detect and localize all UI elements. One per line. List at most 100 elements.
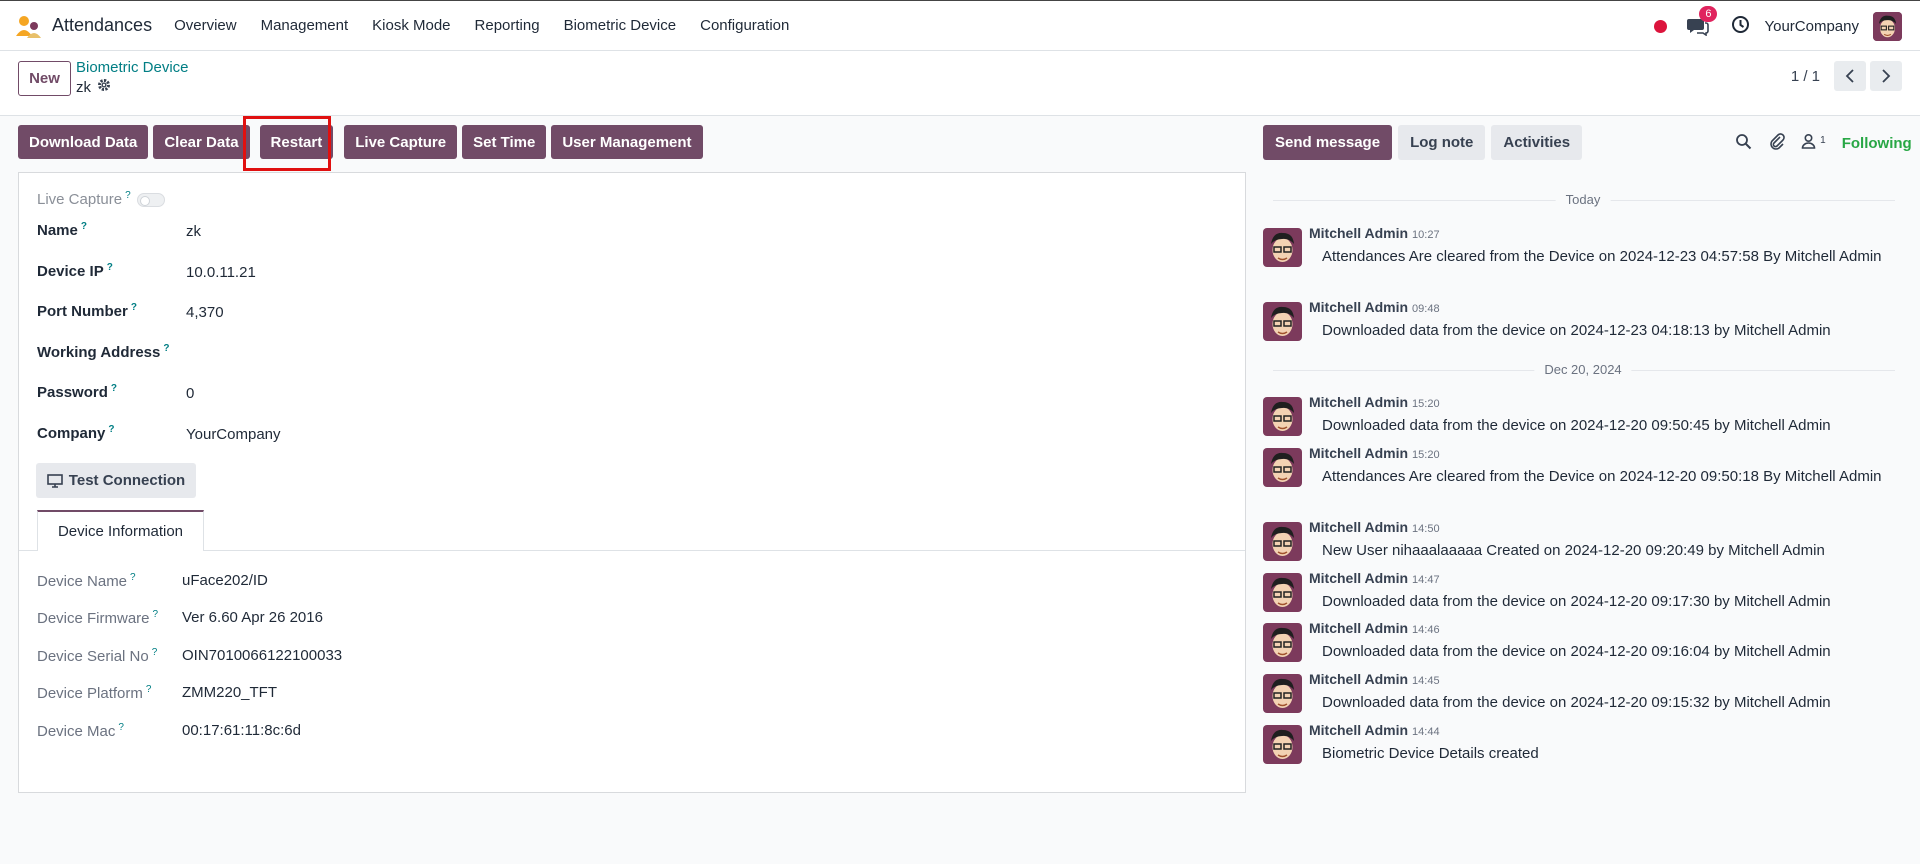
company-value[interactable]: YourCompany xyxy=(186,426,281,443)
message-time: 10:27 xyxy=(1412,229,1440,241)
main-menu: Overview Management Kiosk Mode Reporting… xyxy=(174,17,813,34)
notification-badge: 6 xyxy=(1699,6,1718,22)
name-label: Name? xyxy=(37,221,87,239)
message-author[interactable]: Mitchell Admin 14:50 xyxy=(1309,519,1440,535)
menu-kiosk-mode[interactable]: Kiosk Mode xyxy=(372,17,450,34)
message-time: 14:50 xyxy=(1412,523,1440,535)
menu-configuration[interactable]: Configuration xyxy=(700,17,789,34)
navbar-systray: 6 YourCompany xyxy=(1654,1,1920,51)
device-platform-label: Device Platform? xyxy=(37,684,152,702)
message-author[interactable]: Mitchell Admin 14:46 xyxy=(1309,620,1440,636)
author-avatar[interactable] xyxy=(1263,725,1302,764)
message-author[interactable]: Mitchell Admin 09:48 xyxy=(1309,299,1440,315)
message-body: Attendances Are cleared from the Device … xyxy=(1322,248,1882,265)
send-message-button[interactable]: Send message xyxy=(1263,125,1393,160)
password-value[interactable]: 0 xyxy=(186,385,194,402)
gear-icon[interactable] xyxy=(97,78,111,96)
chevron-right-icon xyxy=(1882,69,1891,83)
download-data-button[interactable]: Download Data xyxy=(18,125,149,159)
device-mac-label: Device Mac? xyxy=(37,722,124,740)
message-body: Downloaded data from the device on 2024-… xyxy=(1322,417,1831,434)
author-avatar[interactable] xyxy=(1263,302,1302,341)
device-mac-value[interactable]: 00:17:61:11:8c:6d xyxy=(182,722,301,739)
author-avatar[interactable] xyxy=(1263,522,1302,561)
live-capture-toggle[interactable] xyxy=(137,193,165,207)
status-dot-icon[interactable] xyxy=(1654,19,1668,33)
message-author[interactable]: Mitchell Admin 14:44 xyxy=(1309,722,1440,738)
followers-button[interactable]: 1 xyxy=(1801,133,1826,153)
pager-next-button[interactable] xyxy=(1870,61,1902,91)
author-avatar[interactable] xyxy=(1263,397,1302,436)
port-number-label: Port Number? xyxy=(37,302,137,320)
pager-value[interactable]: 1 / 1 xyxy=(1791,68,1820,85)
activities-button[interactable]: Activities xyxy=(1491,125,1583,160)
tab-device-information[interactable]: Device Information xyxy=(37,510,204,551)
chatter-tools: 1 Following xyxy=(1735,131,1912,155)
attendances-app-icon[interactable] xyxy=(14,12,42,40)
restart-highlight-box xyxy=(243,116,331,171)
message-author[interactable]: Mitchell Admin 15:20 xyxy=(1309,445,1440,461)
company-switcher[interactable]: YourCompany xyxy=(1764,18,1859,35)
author-avatar[interactable] xyxy=(1263,674,1302,713)
follower-count: 1 xyxy=(1820,135,1826,146)
breadcrumb-current: zk xyxy=(76,78,111,96)
menu-biometric-device[interactable]: Biometric Device xyxy=(564,17,677,34)
following-button[interactable]: Following xyxy=(1842,135,1912,152)
device-platform-value[interactable]: ZMM220_TFT xyxy=(182,684,277,701)
menu-overview[interactable]: Overview xyxy=(174,17,237,34)
breadcrumb-biometric-device[interactable]: Biometric Device xyxy=(76,59,189,76)
message-author[interactable]: Mitchell Admin 15:20 xyxy=(1309,394,1440,410)
new-button[interactable]: New xyxy=(18,61,71,96)
set-time-button[interactable]: Set Time xyxy=(462,125,547,159)
device-name-value[interactable]: uFace202/ID xyxy=(182,572,268,589)
working-address-label: Working Address? xyxy=(37,343,170,361)
date-separator-label: Dec 20, 2024 xyxy=(1534,362,1632,377)
message-body: Biometric Device Details created xyxy=(1322,745,1539,762)
author-avatar[interactable] xyxy=(1263,623,1302,662)
chevron-left-icon xyxy=(1845,69,1854,83)
user-icon xyxy=(1801,133,1816,149)
device-name-label: Device Name? xyxy=(37,572,136,590)
device-serial-value[interactable]: OIN7010066122100033 xyxy=(182,647,342,664)
message-time: 14:45 xyxy=(1412,675,1440,687)
port-number-value[interactable]: 4,370 xyxy=(186,304,224,321)
clear-data-button[interactable]: Clear Data xyxy=(153,125,250,159)
chatter-topbar: Send message Log note Activities xyxy=(1263,125,1588,160)
menu-reporting[interactable]: Reporting xyxy=(475,17,540,34)
paperclip-icon[interactable] xyxy=(1768,132,1785,154)
activity-clock-icon[interactable] xyxy=(1731,15,1750,38)
device-firmware-value[interactable]: Ver 6.60 Apr 26 2016 xyxy=(182,609,323,626)
message-time: 15:20 xyxy=(1412,449,1440,461)
test-connection-button[interactable]: Test Connection xyxy=(36,463,196,498)
form-sheet: Live Capture? Name? zk Device IP? 10.0.1… xyxy=(18,172,1246,793)
author-avatar[interactable] xyxy=(1263,448,1302,487)
menu-management[interactable]: Management xyxy=(261,17,349,34)
monitor-icon xyxy=(46,473,63,488)
message-author[interactable]: Mitchell Admin 14:45 xyxy=(1309,671,1440,687)
messaging-button[interactable]: 6 xyxy=(1687,6,1718,37)
device-ip-value[interactable]: 10.0.11.21 xyxy=(186,264,256,281)
author-avatar[interactable] xyxy=(1263,573,1302,612)
user-management-button[interactable]: User Management xyxy=(551,125,703,159)
log-note-button[interactable]: Log note xyxy=(1398,125,1486,160)
name-value[interactable]: zk xyxy=(186,223,201,240)
date-separator-label: Today xyxy=(1555,192,1611,207)
message-author[interactable]: Mitchell Admin 14:47 xyxy=(1309,570,1440,586)
message-time: 14:46 xyxy=(1412,624,1440,636)
live-capture-label: Live Capture? xyxy=(37,190,131,208)
author-avatar[interactable] xyxy=(1263,228,1302,267)
pager-previous-button[interactable] xyxy=(1834,61,1866,91)
form-action-buttons: Download Data Clear Data Restart Live Ca… xyxy=(18,125,708,159)
device-serial-label: Device Serial No? xyxy=(37,647,158,665)
control-panel: New Biometric Device zk 1 / 1 xyxy=(0,51,1920,116)
message-time: 14:47 xyxy=(1412,574,1440,586)
live-capture-button[interactable]: Live Capture xyxy=(344,125,458,159)
app-title[interactable]: Attendances xyxy=(52,15,152,36)
device-ip-label: Device IP? xyxy=(37,262,113,280)
company-label: Company? xyxy=(37,424,115,442)
message-time: 14:44 xyxy=(1412,726,1440,738)
user-avatar[interactable] xyxy=(1873,11,1902,41)
message-author[interactable]: Mitchell Admin 10:27 xyxy=(1309,225,1440,241)
message-time: 15:20 xyxy=(1412,398,1440,410)
search-icon[interactable] xyxy=(1735,133,1752,154)
